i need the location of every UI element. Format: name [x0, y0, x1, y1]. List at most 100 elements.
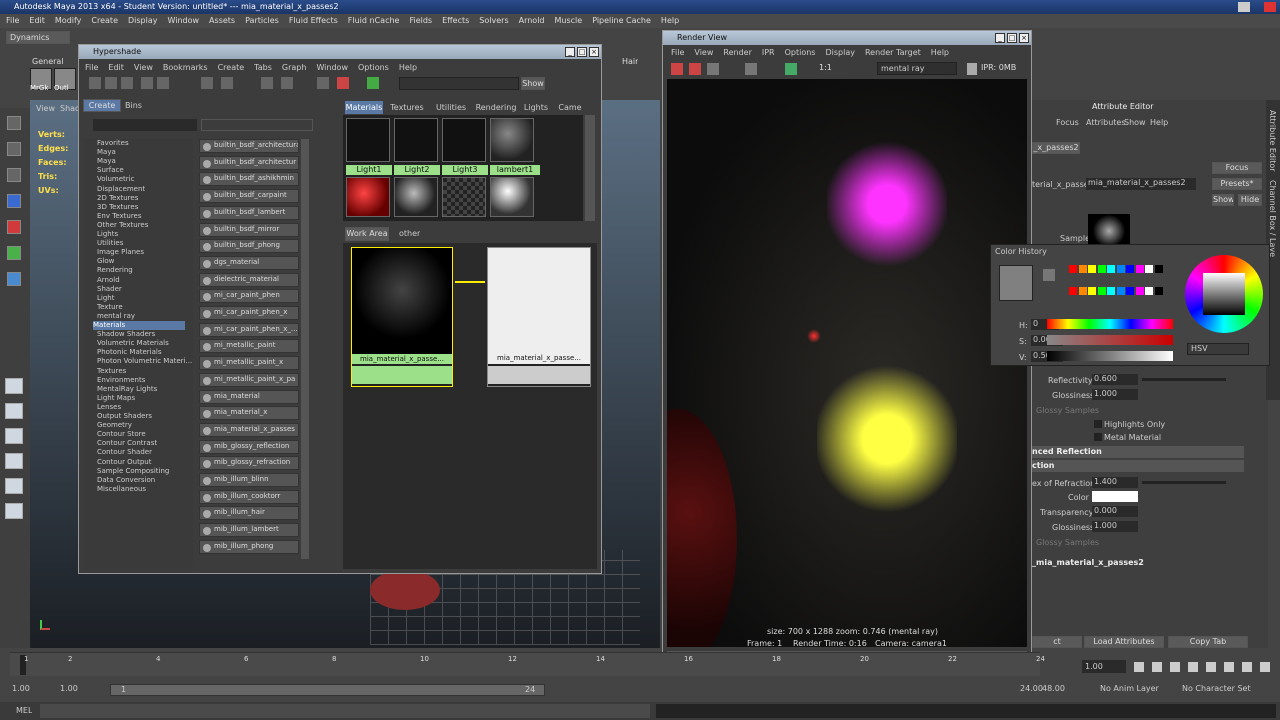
tree-item[interactable]: Volumetric	[97, 175, 134, 184]
lasso-tool-icon[interactable]	[7, 142, 21, 156]
menu-modify[interactable]: Modify	[55, 16, 82, 25]
history-swatch[interactable]	[1088, 287, 1096, 295]
swatch-gray-material[interactable]	[394, 177, 438, 217]
tree-item[interactable]: Contour Contrast	[97, 439, 157, 448]
ae-menu-focus[interactable]: Focus	[1056, 118, 1079, 127]
tree-item[interactable]: Contour Shader	[97, 448, 152, 457]
playback-end-field[interactable]: 24.00	[1020, 684, 1043, 693]
focus-button[interactable]: Focus	[1212, 162, 1262, 174]
render-icon[interactable]	[671, 63, 683, 75]
swatch-light2[interactable]	[394, 118, 438, 162]
swatch-scrollbar[interactable]	[585, 115, 595, 221]
toolbar-icon[interactable]	[221, 77, 233, 89]
tree-item[interactable]: Maya	[97, 157, 116, 166]
shelf-tab-general[interactable]: General	[32, 57, 64, 66]
hypershade-menu-create[interactable]: Create	[218, 63, 245, 72]
tab-node[interactable]: _x_passes2	[1032, 142, 1080, 154]
tree-item[interactable]: Arnold	[97, 276, 120, 285]
swatch-lambert1[interactable]	[490, 118, 534, 162]
render-view-menu-options[interactable]: Options	[785, 48, 816, 57]
copy-tab-button[interactable]: Copy Tab	[1168, 636, 1248, 648]
menu-help[interactable]: Help	[661, 16, 679, 25]
tree-item[interactable]: Output Shaders	[97, 412, 152, 421]
close-icon[interactable]: ×	[589, 47, 599, 57]
hypershade-menu-options[interactable]: Options	[358, 63, 389, 72]
node-name-field[interactable]: mia_material_x_passes2	[1086, 178, 1196, 190]
tree-item[interactable]: Lenses	[97, 403, 121, 412]
color-mode-dropdown[interactable]: HSV	[1187, 343, 1249, 355]
tree-item[interactable]: Textures	[97, 367, 126, 376]
move-tool-icon[interactable]	[7, 194, 21, 208]
tree-item[interactable]: Texture	[97, 303, 123, 312]
tab-lights[interactable]: Lights	[521, 101, 551, 114]
menu-solvers[interactable]: Solvers	[479, 16, 508, 25]
node-list-item[interactable]: mia_material_x_passes	[199, 422, 299, 437]
tree-item[interactable]: 3D Textures	[97, 203, 138, 212]
load-attributes-button[interactable]: Load Attributes	[1084, 636, 1164, 648]
history-swatch[interactable]	[1069, 287, 1077, 295]
hypershade-menu-edit[interactable]: Edit	[108, 63, 124, 72]
presets-button[interactable]: Presets*	[1212, 178, 1262, 190]
tree-item[interactable]: Materials	[93, 321, 185, 330]
tree-item[interactable]: Glow	[97, 257, 114, 266]
create-filter-input[interactable]	[93, 119, 197, 131]
tab-utilities[interactable]: Utilities	[431, 101, 471, 114]
close-icon[interactable]: ×	[1019, 33, 1029, 43]
toolbar-icon[interactable]	[201, 77, 213, 89]
tree-item[interactable]: Miscellaneous	[97, 485, 146, 494]
manipulator-tool-icon[interactable]	[7, 272, 21, 286]
tab-came[interactable]: Came	[555, 101, 585, 114]
material-node-selected[interactable]: mia_material_x_passe...	[351, 247, 453, 387]
ae-menu-attributes[interactable]: Attributes	[1086, 118, 1126, 127]
toolbar-icon[interactable]	[105, 77, 117, 89]
history-swatch[interactable]	[1154, 265, 1163, 273]
tree-item[interactable]: Other Textures	[97, 221, 148, 230]
minimize-icon[interactable]: _	[565, 47, 575, 57]
history-swatch[interactable]	[1126, 265, 1134, 273]
anim-layer-dropdown[interactable]: No Anim Layer	[1100, 684, 1159, 693]
toolbar-icon[interactable]	[157, 77, 169, 89]
mode-dropdown[interactable]: Dynamics	[6, 31, 70, 44]
node-list-item[interactable]: mib_glossy_refraction	[199, 456, 299, 471]
swatch-light3[interactable]	[442, 118, 486, 162]
layout-four-icon[interactable]	[5, 403, 23, 419]
history-swatch[interactable]	[1078, 287, 1087, 295]
tab-materials[interactable]: Materials	[345, 101, 383, 114]
pause-icon[interactable]	[967, 63, 977, 75]
render-view-menu-file[interactable]: File	[671, 48, 684, 57]
color-swatch[interactable]	[1092, 491, 1138, 502]
tree-item[interactable]: Photonic Materials	[97, 348, 162, 357]
menu-particles[interactable]: Particles	[245, 16, 279, 25]
node-list-item[interactable]: mib_illum_blinn	[199, 473, 299, 487]
menu-window[interactable]: Window	[168, 16, 200, 25]
hypershade-menu-help[interactable]: Help	[399, 63, 417, 72]
tab-attribute-editor[interactable]: Attribute Editor	[1268, 110, 1277, 172]
render-view-menu-view[interactable]: View	[694, 48, 713, 57]
highlights-only-checkbox[interactable]	[1094, 420, 1102, 428]
minimize-icon[interactable]	[1238, 2, 1250, 12]
toolbar-icon[interactable]	[281, 77, 293, 89]
history-swatch[interactable]	[1078, 265, 1087, 273]
ipr-icon[interactable]	[689, 63, 701, 75]
tree-item[interactable]: Light Maps	[97, 394, 135, 403]
node-list-item[interactable]: mi_metallic_paint	[199, 339, 299, 354]
ior-slider[interactable]	[1142, 481, 1226, 484]
toolbar-icon[interactable]	[367, 77, 379, 89]
swatch-red-material[interactable]	[346, 177, 390, 217]
tree-item[interactable]: Photon Volumetric Materi...	[97, 357, 192, 366]
glossiness-field[interactable]: 1.000	[1092, 389, 1138, 400]
history-swatch[interactable]	[1145, 265, 1153, 273]
ior-field[interactable]: 1.400	[1092, 477, 1138, 488]
toolbar-icon[interactable]	[89, 77, 101, 89]
tree-item[interactable]: Sample Compositing	[97, 467, 169, 476]
show-button[interactable]: Show	[1212, 194, 1234, 206]
tree-item[interactable]: Contour Store	[97, 430, 146, 439]
character-set-dropdown[interactable]: No Character Set	[1182, 684, 1251, 693]
prev-key-icon[interactable]	[1170, 662, 1180, 672]
node-list-scrollbar[interactable]	[301, 139, 309, 559]
node-list-item[interactable]: builtin_bsdf_mirror	[199, 222, 299, 237]
menu-muscle[interactable]: Muscle	[555, 16, 583, 25]
minimize-icon[interactable]: _	[995, 33, 1005, 43]
metal-material-checkbox[interactable]	[1094, 433, 1102, 441]
toolbar-icon[interactable]	[337, 77, 349, 89]
